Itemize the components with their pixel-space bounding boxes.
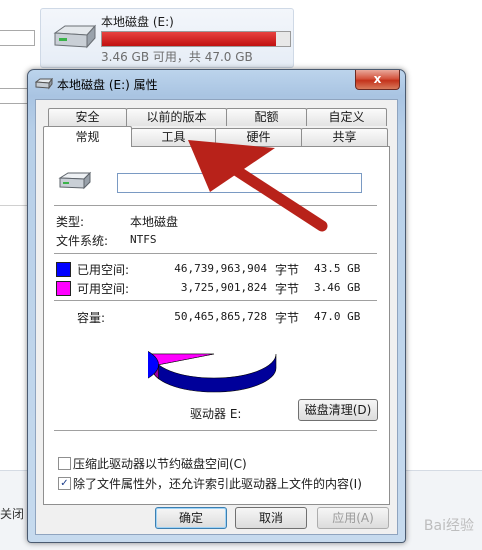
pie-slice-free [151, 353, 215, 366]
tab-label: 常规 [75, 130, 100, 144]
free-space-unit: 字节 [275, 282, 300, 296]
dialog-titlebar[interactable]: 本地磁盘 (E:) 属性 x [28, 70, 405, 98]
tab-label: 工具 [161, 130, 186, 144]
separator [54, 430, 377, 431]
tab-previous-versions[interactable]: 以前的版本 [126, 108, 227, 126]
drive-name-input[interactable] [117, 173, 362, 193]
disk-cleanup-button[interactable]: 磁盘清理(D) [298, 399, 378, 421]
watermark: Bai经验 [423, 518, 474, 534]
explorer-drive-tile[interactable]: 本地磁盘 (E:) 3.46 GB 可用，共 47.0 GB [40, 8, 294, 68]
tab-sharing[interactable]: 共享 [301, 128, 388, 146]
type-label: 类型: [56, 215, 85, 229]
type-value: 本地磁盘 [130, 215, 179, 229]
close-button[interactable]: x [355, 70, 400, 90]
compress-checkbox[interactable] [58, 457, 71, 470]
cancel-button[interactable]: 取消 [235, 507, 307, 529]
explorer-close-label[interactable]: 关闭 [0, 505, 24, 522]
free-space-bytes: 3,725,901,824 [180, 281, 267, 294]
filesystem-label: 文件系统: [56, 234, 109, 248]
properties-dialog: 本地磁盘 (E:) 属性 x 安全 以前的版本 配额 自定义 常规 工具 硬件 … [27, 69, 406, 543]
used-space-swatch [56, 262, 71, 277]
used-space-unit: 字节 [275, 263, 300, 277]
explorer-drive-free-text: 3.46 GB 可用，共 47.0 GB [101, 50, 253, 64]
dialog-title: 本地磁盘 (E:) 属性 [57, 78, 158, 92]
hard-drive-icon [53, 24, 97, 49]
tab-label: 共享 [332, 130, 357, 144]
index-checkbox-label[interactable]: 除了文件属性外，还允许索引此驱动器上文件的内容(I) [73, 475, 362, 492]
dialog-client-area: 安全 以前的版本 配额 自定义 常规 工具 硬件 共享 类型: 本地磁盘 文件系… [35, 99, 398, 535]
separator [54, 253, 377, 254]
explorer-drive-usage-bar [101, 31, 291, 47]
tab-quota[interactable]: 配额 [226, 108, 307, 126]
capacity-label: 容量: [77, 311, 106, 325]
tab-tools[interactable]: 工具 [131, 128, 216, 146]
disk-usage-pie [148, 351, 277, 393]
used-space-label: 已用空间: [77, 263, 130, 277]
tab-hardware[interactable]: 硬件 [215, 128, 302, 146]
general-tab-panel: 类型: 本地磁盘 文件系统: NTFS 已用空间: 46,739,963,904… [43, 146, 390, 505]
apply-button[interactable]: 应用(A) [317, 507, 389, 529]
close-icon: x [373, 72, 382, 86]
capacity-bytes: 50,465,865,728 [174, 310, 267, 323]
capacity-unit: 字节 [275, 311, 300, 325]
separator [54, 205, 377, 206]
tab-general[interactable]: 常规 [43, 126, 132, 147]
tab-customize[interactable]: 自定义 [306, 108, 387, 126]
explorer-drive-usage-fill [102, 32, 277, 46]
free-space-swatch [56, 281, 71, 296]
index-checkbox[interactable]: ✓ [58, 477, 71, 490]
compress-checkbox-label[interactable]: 压缩此驱动器以节约磁盘空间(C) [73, 455, 247, 472]
drive-label: 驱动器 E: [190, 407, 242, 421]
tab-label: 安全 [75, 110, 100, 124]
capacity-size: 47.0 GB [314, 310, 361, 323]
tab-label: 硬件 [246, 130, 271, 144]
filesystem-value: NTFS [130, 233, 157, 246]
used-space-size: 43.5 GB [314, 262, 361, 275]
free-space-label: 可用空间: [77, 282, 130, 296]
tab-label: 自定义 [328, 110, 365, 124]
separator [54, 300, 377, 301]
explorer-field-top[interactable] [0, 30, 35, 46]
tab-security[interactable]: 安全 [48, 108, 127, 126]
tab-label: 配额 [254, 110, 279, 124]
ok-button[interactable]: 确定 [155, 507, 227, 529]
explorer-divider [0, 205, 30, 206]
hard-drive-icon [58, 171, 92, 190]
explorer-drive-title: 本地磁盘 (E:) [101, 15, 174, 29]
free-space-size: 3.46 GB [314, 281, 361, 294]
used-space-bytes: 46,739,963,904 [174, 262, 267, 275]
tab-label: 以前的版本 [146, 110, 207, 124]
drive-title-icon [35, 78, 53, 90]
